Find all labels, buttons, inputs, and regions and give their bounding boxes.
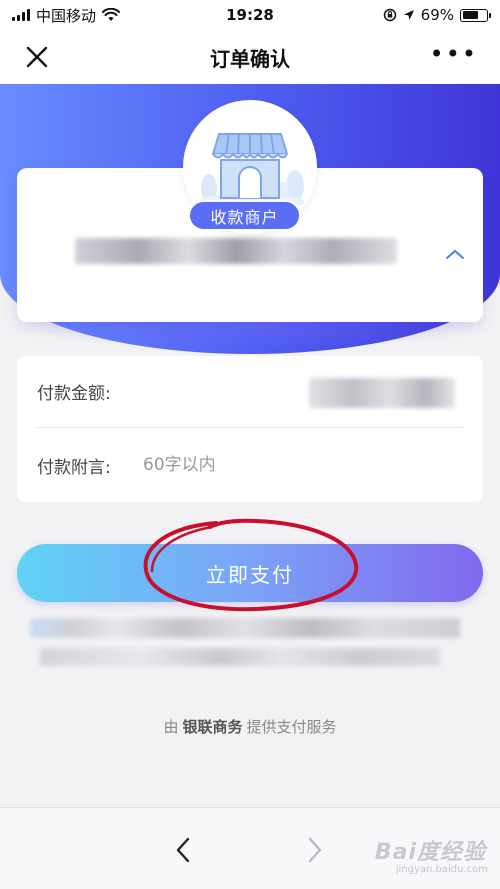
merchant-badge: 收款商户 [188, 200, 301, 231]
merchant-name-redacted [75, 238, 397, 264]
amount-label: 付款金额: [37, 384, 111, 404]
battery-icon [460, 8, 491, 22]
signal-icon [12, 9, 30, 21]
service-brand: 银联商务 [182, 718, 243, 736]
note-input[interactable] [143, 455, 423, 475]
note-label: 付款附言: [37, 457, 111, 478]
status-left: 中国移动 [12, 5, 121, 26]
watermark-logo: Bai度经验 [374, 840, 486, 865]
nav-bar: 订单确认 ••• [0, 30, 500, 84]
rotation-lock-icon [383, 8, 396, 22]
payment-form-card: 付款金额: 付款附言: [17, 356, 483, 502]
amount-row: 付款金额: [37, 356, 463, 428]
amount-value-redacted [309, 378, 455, 408]
service-prefix: 由 [163, 718, 179, 736]
page-title: 订单确认 [210, 46, 290, 71]
close-icon[interactable] [22, 42, 52, 72]
note-row: 付款附言: [37, 429, 463, 501]
service-suffix: 提供支付服务 [246, 718, 337, 736]
notice-text-redacted-2 [40, 648, 440, 666]
watermark-url: jingyan.baidu.com [395, 864, 488, 875]
wifi-icon [102, 8, 121, 21]
status-bar: 中国移动 19:28 69% [0, 0, 500, 30]
carrier-name: 中国移动 [36, 6, 97, 25]
chevron-up-icon[interactable] [445, 248, 465, 260]
status-right: 69% [383, 6, 491, 24]
location-icon [403, 10, 414, 20]
browser-bottom-bar: Bai度经验 jingyan.baidu.com [0, 807, 500, 889]
battery-percent: 69% [420, 6, 454, 24]
notice-text-redacted [30, 618, 460, 638]
service-provider-text: 由银联商务 提供支付服务 [0, 716, 500, 737]
back-arrow-icon[interactable] [174, 836, 192, 864]
pay-now-button[interactable]: 立即支付 [17, 544, 483, 602]
forward-arrow-icon[interactable] [306, 836, 324, 864]
more-options-icon[interactable]: ••• [430, 42, 478, 66]
